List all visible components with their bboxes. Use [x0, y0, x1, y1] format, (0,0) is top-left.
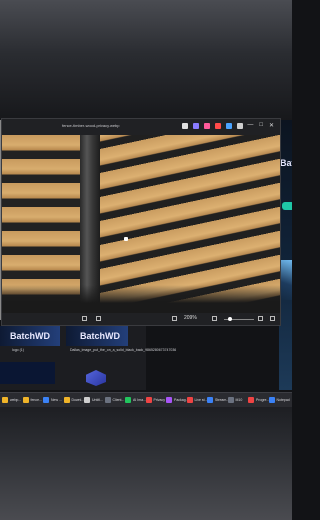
taskbar-item[interactable]: M10: [227, 396, 243, 404]
aspect-icon[interactable]: [172, 316, 177, 321]
zoom-slider-knob[interactable]: [228, 317, 232, 321]
taskbar-item-label: Downl...: [71, 398, 85, 402]
fullscreen-icon[interactable]: [270, 316, 275, 321]
effects-icon[interactable]: [204, 123, 210, 129]
gallery-icon[interactable]: [82, 316, 87, 321]
title-bar[interactable]: fence-timber-wood-privacy.webp — □ ✕: [2, 119, 280, 135]
zoom-level: 209%: [184, 315, 197, 321]
zoom-slider[interactable]: [224, 317, 254, 321]
app-icon: [145, 397, 152, 403]
app-icon: [63, 397, 70, 403]
taskbar: webp... fence... New ... Downl... Untitl... C…: [0, 392, 292, 407]
file-explorer: BatchWD logo (1) BatchWD Dallas_image_pu…: [0, 326, 176, 390]
app-icon: [104, 397, 111, 403]
app-icon: [268, 397, 275, 403]
app-icon: [22, 397, 29, 403]
taskbar-item[interactable]: Packag...: [166, 396, 189, 404]
taskbar-item[interactable]: Stream...: [207, 396, 229, 404]
app-icon: [125, 397, 131, 403]
taskbar-item-label: M10: [235, 398, 243, 402]
background-bottom: [0, 400, 292, 520]
taskbar-item[interactable]: Downl...: [63, 396, 85, 404]
app-icon: [227, 397, 234, 403]
app-icon: [186, 397, 193, 403]
toolbar-icons: [182, 123, 243, 129]
app-icon: [207, 397, 213, 403]
taskbar-item[interactable]: Privacy: [145, 396, 165, 404]
taskbar-item-label: Live st...: [194, 398, 208, 402]
minimize-button[interactable]: —: [247, 122, 253, 129]
app-icon: [43, 397, 49, 403]
window-controls: — □ ✕: [247, 122, 274, 129]
taskbar-item[interactable]: webp...: [2, 396, 21, 404]
file-thumbnail-cube[interactable]: [86, 370, 106, 386]
window-title: fence-timber-wood-privacy.webp: [62, 123, 120, 128]
taskbar-item-label: Privacy: [153, 398, 165, 402]
crop-icon[interactable]: [182, 123, 188, 129]
taskbar-item[interactable]: Client...: [104, 396, 125, 404]
app-icon: [166, 397, 172, 403]
teal-button[interactable]: [282, 202, 292, 210]
taskbar-item[interactable]: Untitl...: [84, 396, 103, 404]
file-thumbnail-logo-2[interactable]: BatchWD: [66, 326, 128, 346]
taskbar-item[interactable]: Live st...: [186, 396, 208, 404]
taskbar-item[interactable]: Progre...: [248, 396, 269, 404]
taskbar-item-label: Client...: [112, 398, 125, 402]
photo-canvas[interactable]: [2, 135, 280, 315]
maximize-button[interactable]: □: [259, 122, 263, 129]
taskbar-item-label: Notepad: [276, 398, 290, 402]
edit-icon[interactable]: [193, 123, 199, 129]
fit-icon[interactable]: [96, 316, 101, 321]
file-name[interactable]: logo (1): [12, 348, 24, 353]
app-icon: [84, 397, 90, 403]
more-icon[interactable]: [237, 123, 243, 129]
floor-shadow: [2, 285, 280, 315]
taskbar-item-label: webp...: [10, 398, 22, 402]
batch-text: Batch: [280, 158, 292, 168]
photo-viewer-window: fence-timber-wood-privacy.webp — □ ✕ 209…: [1, 118, 281, 326]
close-button[interactable]: ✕: [269, 122, 274, 129]
mouse-cursor: [124, 237, 128, 241]
viewer-bottom-bar: 209%: [2, 313, 280, 325]
taskbar-item[interactable]: AI Ima...: [125, 396, 146, 404]
app-icon: [2, 397, 8, 403]
taskbar-item-label: fence...: [30, 398, 42, 402]
taskbar-item[interactable]: fence...: [22, 396, 42, 404]
taskbar-item[interactable]: Notepad: [268, 396, 290, 404]
background-top: [0, 0, 292, 120]
app-icon: [248, 397, 254, 403]
taskbar-item-label: Progre...: [256, 398, 270, 402]
zoom-out-icon[interactable]: [212, 316, 217, 321]
taskbar-item-label: AI Ima...: [133, 398, 147, 402]
erase-icon[interactable]: [215, 123, 221, 129]
file-thumbnail-logo[interactable]: BatchWD: [0, 326, 60, 346]
file-name[interactable]: Dallas_image_put_the_on_a_solid_black_ba…: [70, 348, 176, 353]
file-thumbnail-dark[interactable]: [0, 362, 55, 384]
share-icon[interactable]: [226, 123, 232, 129]
zoom-in-icon[interactable]: [258, 316, 263, 321]
taskbar-item[interactable]: New ...: [43, 396, 62, 404]
taskbar-item-label: Untitl...: [92, 398, 103, 402]
taskbar-item-label: New ...: [51, 398, 62, 402]
